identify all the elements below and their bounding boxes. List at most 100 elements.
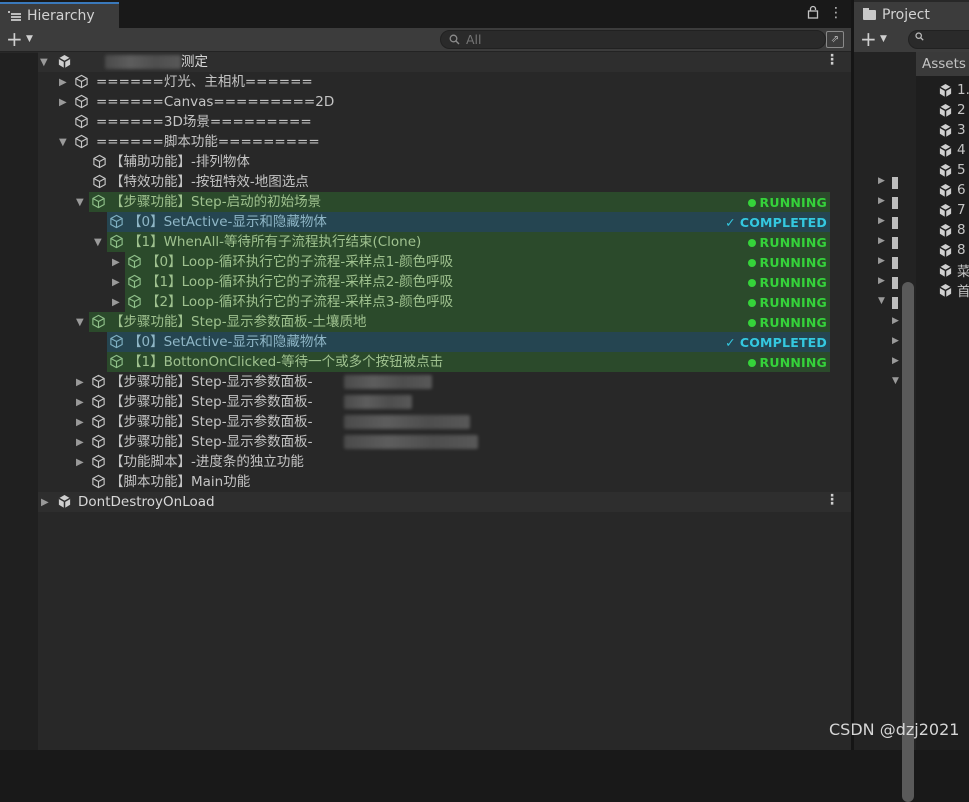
asset-item[interactable]: 首 (938, 280, 969, 300)
tab-hierarchy[interactable]: Hierarchy (0, 2, 119, 28)
project-search-input[interactable] (908, 30, 969, 49)
scene-row[interactable]: ▼ 测定 ⋮ (38, 52, 851, 72)
expand-arrow-icon[interactable]: ▶ (41, 497, 51, 508)
scene-name: DontDestroyOnLoad (78, 494, 215, 510)
running-dot-icon (747, 298, 756, 307)
item-label: 【步骤功能】Step-显示参数面板- (110, 434, 313, 450)
status-badge: RUNNING (747, 295, 827, 310)
folder-tree-item[interactable]: ▶ (878, 196, 908, 210)
folder-tree-item[interactable]: ▶ (878, 256, 908, 270)
dontdestroy-scene-row[interactable]: ▶ DontDestroyOnLoad ⋮ (38, 492, 851, 512)
expand-arrow-icon[interactable]: ▶ (76, 377, 86, 388)
hierarchy-item[interactable]: ▶ 【步骤功能】Step-显示参数面板- (38, 372, 851, 392)
assets-breadcrumb[interactable]: Assets (916, 52, 969, 76)
search-input[interactable] (466, 32, 806, 47)
expand-arrow-icon[interactable]: ▶ (112, 297, 122, 308)
item-label: 【步骤功能】Step-显示参数面板- (110, 414, 313, 430)
asset-item[interactable]: 7 (938, 200, 966, 220)
asset-item[interactable]: 5 (938, 160, 966, 180)
gameobject-icon (75, 74, 88, 89)
expand-arrow-icon[interactable]: ▶ (112, 257, 122, 268)
hierarchy-item-completed[interactable]: 【0】SetActive-显示和隐藏物体 ✓ COMPLETED (107, 332, 830, 352)
hierarchy-item[interactable]: ▶ 【功能脚本】-进度条的独立功能 (38, 452, 851, 472)
running-dot-icon (747, 278, 756, 287)
collapse-arrow-icon[interactable]: ▼ (59, 137, 69, 148)
hierarchy-item-running[interactable]: ▶ 【2】Loop-循环执行它的子流程-采样点3-颜色呼吸 RUNNING (112, 292, 830, 312)
hierarchy-item[interactable]: ▶ ======灯光、主相机====== (38, 72, 851, 92)
hierarchy-item-running[interactable]: ▼ 【步骤功能】Step-启动的初始场景 RUNNING (76, 192, 830, 212)
gameobject-icon (75, 114, 88, 129)
asset-item[interactable]: 8 (938, 220, 966, 240)
watermark: CSDN @dzj2021 (829, 720, 960, 739)
scene-name: 测定 (181, 54, 208, 70)
hierarchy-item-running[interactable]: ▼ 【步骤功能】Step-显示参数面板-土壤质地 RUNNING (76, 312, 830, 332)
asset-item[interactable]: 3 (938, 120, 966, 140)
redacted-text (105, 55, 181, 69)
hierarchy-item[interactable]: 【脚本功能】Main功能 (38, 472, 851, 492)
running-dot-icon (747, 198, 756, 207)
collapse-arrow-icon[interactable]: ▼ (94, 237, 104, 248)
scene-menu-icon[interactable]: ⋮ (825, 52, 839, 68)
chevron-down-icon[interactable]: ▼ (880, 34, 887, 44)
hierarchy-item[interactable]: ▶ 【步骤功能】Step-显示参数面板- (38, 432, 851, 452)
asset-item[interactable]: 2 (938, 100, 966, 120)
hierarchy-item[interactable]: ▶ 【步骤功能】Step-显示参数面板- (38, 412, 851, 432)
hierarchy-item[interactable]: ======3D场景========= (38, 112, 851, 132)
folder-tree-item[interactable]: ▶ (878, 176, 908, 190)
asset-item[interactable]: 4 (938, 140, 966, 160)
hierarchy-item[interactable]: 【特效功能】-按钮特效-地图选点 (38, 172, 851, 192)
create-button[interactable]: + (6, 29, 23, 49)
project-folder-tree: ▶ ▶ ▶ ▶ ▶ ▶ ▼ ▶ ▶ ▶ ▼ (854, 52, 916, 802)
asset-item[interactable]: 8 (938, 240, 966, 260)
item-label: 【步骤功能】Step-显示参数面板-土壤质地 (110, 314, 367, 330)
search-field[interactable] (440, 30, 826, 49)
asset-item[interactable]: 1. (938, 80, 969, 100)
prefab-icon (939, 83, 952, 97)
hierarchy-item-running[interactable]: ▶ 【1】Loop-循环执行它的子流程-采样点2-颜色呼吸 RUNNING (112, 272, 830, 292)
running-dot-icon (747, 238, 756, 247)
folder-icon (863, 8, 876, 20)
asset-item[interactable]: 6 (938, 180, 966, 200)
redacted-text (344, 375, 432, 389)
unity-scene-icon (58, 54, 71, 69)
hierarchy-item[interactable]: ▶ 【步骤功能】Step-显示参数面板- (38, 392, 851, 412)
gameobject-icon (92, 414, 105, 429)
tab-project[interactable]: Project (854, 2, 969, 28)
chevron-down-icon[interactable]: ▼ (26, 34, 33, 44)
item-label: 【步骤功能】Step-显示参数面板- (110, 394, 313, 410)
prefab-icon (939, 203, 952, 217)
hierarchy-item-completed[interactable]: 【0】SetActive-显示和隐藏物体 ✓ COMPLETED (107, 212, 830, 232)
expand-arrow-icon[interactable]: ▶ (112, 277, 122, 288)
folder-tree-item[interactable]: ▶ (878, 216, 908, 230)
gameobject-icon (110, 214, 123, 229)
redacted-text (344, 395, 412, 409)
more-options-icon[interactable]: ⋮ (829, 5, 843, 23)
expand-arrow-icon[interactable]: ▼ (40, 57, 50, 68)
gameobject-icon (110, 334, 123, 349)
expand-arrow-icon[interactable]: ▶ (59, 97, 69, 108)
folder-tree-item[interactable]: ▶ (878, 236, 908, 250)
collapse-arrow-icon[interactable]: ▼ (76, 317, 86, 328)
unity-scene-icon (58, 494, 71, 509)
search-by-type-icon[interactable]: ⇗ (826, 31, 844, 48)
tab-project-label: Project (882, 7, 930, 23)
create-button[interactable]: + (860, 29, 877, 49)
expand-arrow-icon[interactable]: ▶ (76, 457, 86, 468)
hierarchy-item[interactable]: 【辅助功能】-排列物体 (38, 152, 851, 172)
hierarchy-item-running[interactable]: ▼ 【1】WhenAll-等待所有子流程执行结束(Clone) RUNNING (94, 232, 830, 252)
hierarchy-item[interactable]: ▼ ======脚本功能========= (38, 132, 851, 152)
expand-arrow-icon[interactable]: ▶ (76, 397, 86, 408)
expand-arrow-icon[interactable]: ▶ (76, 437, 86, 448)
expand-arrow-icon[interactable]: ▶ (59, 77, 69, 88)
expand-arrow-icon[interactable]: ▶ (76, 417, 86, 428)
item-label: 【1】Loop-循环执行它的子流程-采样点2-颜色呼吸 (146, 274, 454, 290)
hierarchy-item-running[interactable]: 【1】BottonOnClicked-等待一个或多个按钮被点击 RUNNING (107, 352, 830, 372)
scene-menu-icon[interactable]: ⋮ (825, 492, 839, 508)
lock-icon[interactable] (807, 5, 819, 23)
gameobject-icon (110, 354, 123, 369)
hierarchy-item-running[interactable]: ▶ 【0】Loop-循环执行它的子流程-采样点1-颜色呼吸 RUNNING (112, 252, 830, 272)
asset-item[interactable]: 菜 (938, 260, 969, 280)
prefab-icon (939, 283, 952, 297)
hierarchy-item[interactable]: ▶ ======Canvas=========2D (38, 92, 851, 112)
collapse-arrow-icon[interactable]: ▼ (76, 197, 86, 208)
